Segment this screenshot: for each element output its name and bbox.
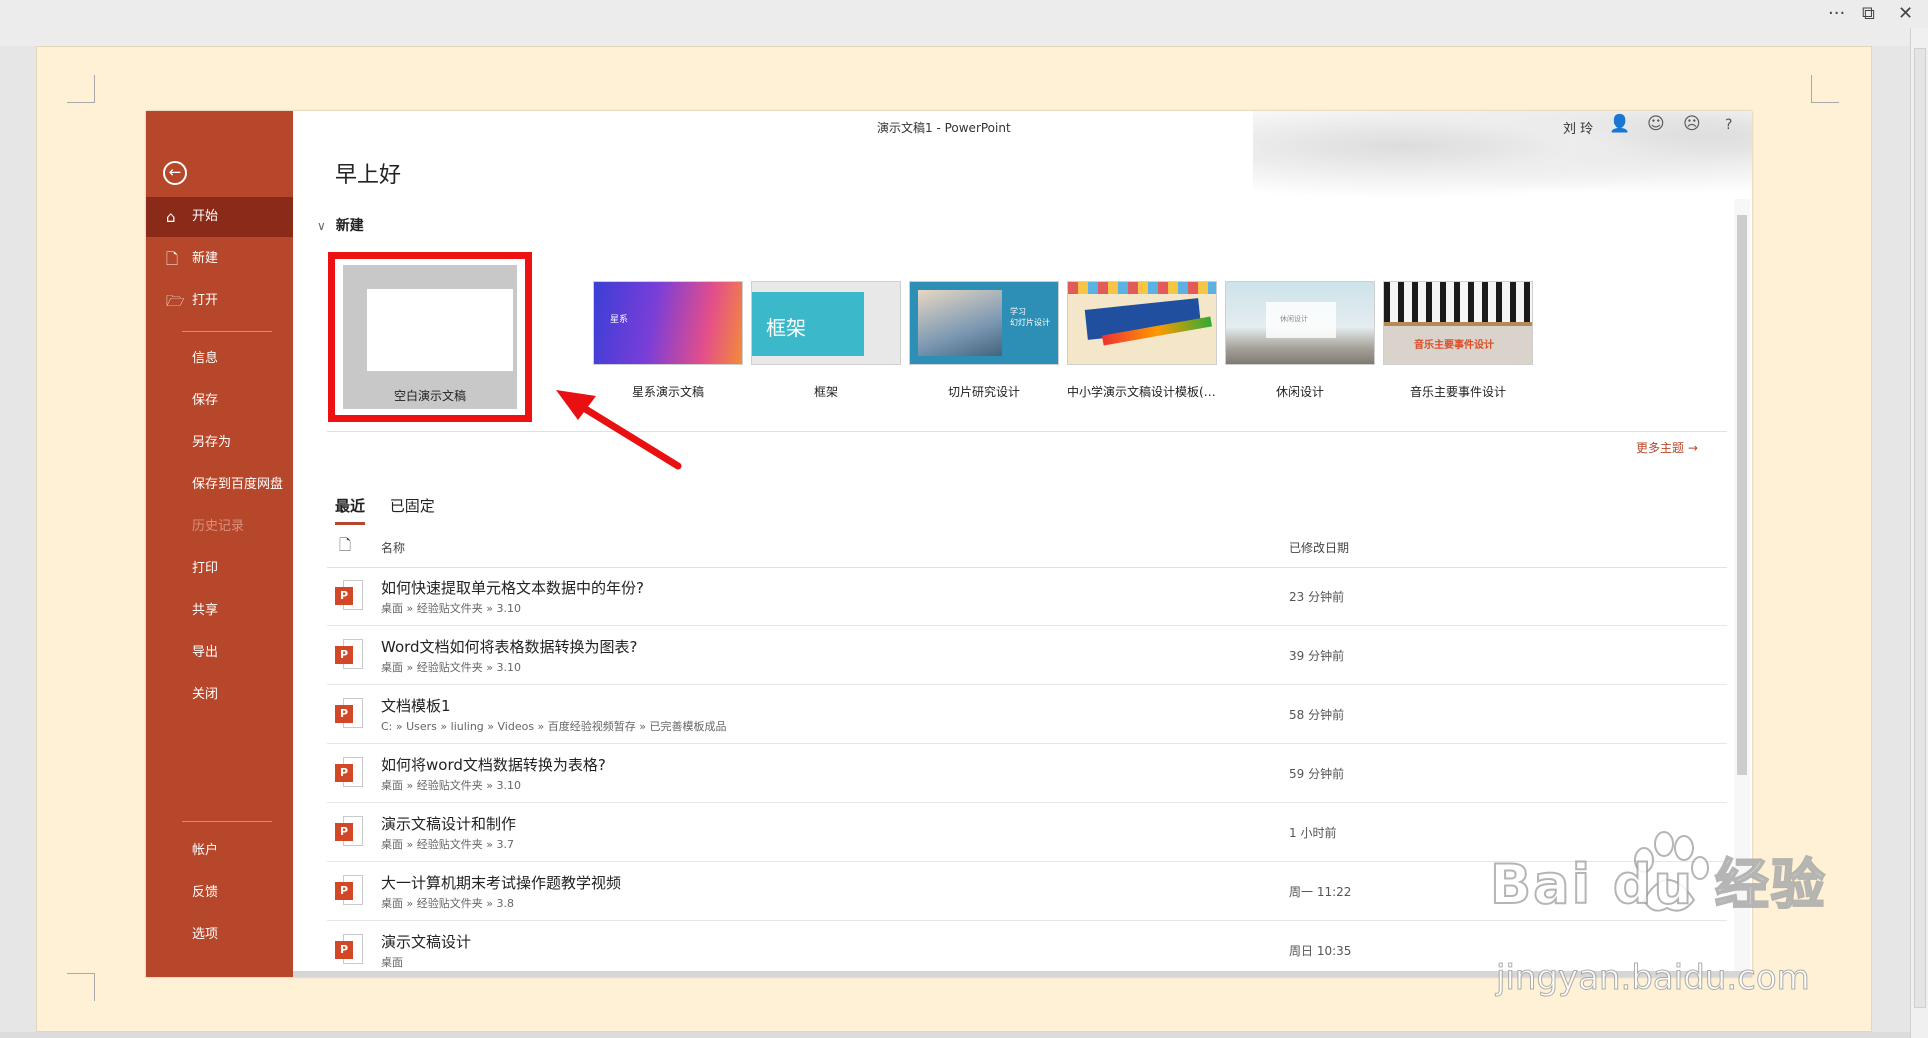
watermark-brand: Bai du 经验 — [1489, 852, 1827, 917]
watermark-url: jingyan.baidu.com — [1496, 958, 1811, 999]
